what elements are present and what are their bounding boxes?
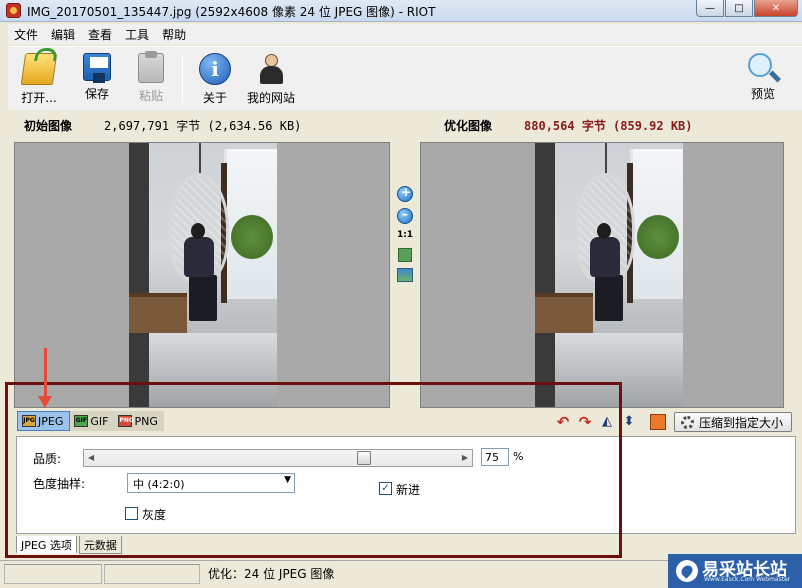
paste-label: 粘贴	[138, 89, 163, 103]
about-button[interactable]: i 关于	[190, 51, 240, 107]
status-text: 优化：24 位 JPEG 图像	[208, 567, 335, 581]
flip-vertical-icon[interactable]: ⬍	[620, 413, 638, 431]
annotation-arrow-head	[38, 396, 52, 408]
batch-icon[interactable]	[649, 414, 666, 430]
annotation-arrow	[44, 348, 47, 400]
info-icon: i	[199, 53, 231, 85]
fit-to-window-icon[interactable]	[398, 248, 412, 262]
zoom-in-icon[interactable]	[397, 185, 413, 202]
menu-bar: 文件 编辑 查看 工具 帮助	[8, 24, 802, 44]
sync-view-icon[interactable]	[397, 268, 413, 282]
menu-file[interactable]: 文件	[8, 26, 45, 43]
open-button[interactable]: 打开...	[14, 51, 64, 107]
save-button[interactable]: 保存	[72, 51, 122, 107]
about-label: 关于	[202, 91, 227, 105]
zoom-actual-size-button[interactable]: 1:1	[394, 230, 416, 240]
save-label: 保存	[84, 87, 109, 101]
open-folder-icon	[20, 53, 58, 85]
original-label: 初始图像	[24, 119, 73, 133]
paste-button[interactable]: 粘贴	[126, 51, 176, 107]
open-label: 打开...	[21, 91, 57, 105]
watermark-subtext: Www.Easck.Com Webmaster	[704, 576, 791, 583]
status-cell-2	[104, 564, 200, 584]
original-photo	[129, 143, 277, 407]
window-title: IMG_20170501_135447.jpg (2592x4608 像素 24…	[27, 5, 436, 19]
user-icon	[255, 53, 287, 85]
floppy-disk-icon	[83, 53, 111, 83]
maximize-button[interactable]: □	[725, 0, 753, 17]
compress-label: 压缩到指定大小	[698, 415, 783, 430]
status-cell-1	[4, 564, 102, 584]
minimize-button[interactable]: —	[696, 0, 724, 17]
menu-tools[interactable]: 工具	[119, 26, 156, 43]
preview-button[interactable]: 预览	[738, 51, 788, 107]
riot-app-icon	[6, 3, 21, 18]
optimized-size: 880,564 字节 (859.92 KB)	[524, 119, 693, 133]
original-size: 2,697,791 字节 (2,634.56 KB)	[104, 119, 302, 133]
toolbar-separator	[182, 55, 183, 103]
toolbar: 打开... 保存 粘贴 i 关于 我的网站 预览	[8, 46, 802, 110]
optimized-image-pane[interactable]	[420, 142, 784, 408]
optimized-info: 优化图像 880,564 字节 (859.92 KB)	[444, 117, 693, 134]
watermark-logo-icon	[676, 560, 698, 582]
zoom-out-icon[interactable]	[397, 207, 413, 224]
menu-view[interactable]: 查看	[82, 26, 119, 43]
window-controls: — □ ✕	[695, 0, 798, 17]
original-image-pane[interactable]	[14, 142, 390, 408]
my-website-label: 我的网站	[246, 91, 295, 105]
my-website-button[interactable]: 我的网站	[244, 51, 298, 107]
optimized-label: 优化图像	[444, 119, 493, 133]
clipboard-icon	[138, 51, 164, 83]
annotation-frame	[5, 382, 622, 558]
user-body	[260, 66, 283, 84]
compress-to-size-button[interactable]: 压缩到指定大小	[673, 412, 792, 432]
magnifier-icon	[748, 53, 772, 77]
zoom-controls: 1:1	[394, 185, 416, 282]
title-bar: IMG_20170501_135447.jpg (2592x4608 像素 24…	[0, 0, 802, 22]
site-watermark: 易采站长站 Www.Easck.Com Webmaster	[668, 554, 802, 588]
optimized-photo	[535, 143, 683, 407]
menu-edit[interactable]: 编辑	[45, 26, 82, 43]
menu-help[interactable]: 帮助	[156, 26, 193, 43]
gear-icon	[680, 415, 694, 429]
close-button[interactable]: ✕	[754, 0, 798, 17]
preview-label: 预览	[750, 87, 775, 101]
original-info: 初始图像 2,697,791 字节 (2,634.56 KB)	[24, 117, 301, 134]
